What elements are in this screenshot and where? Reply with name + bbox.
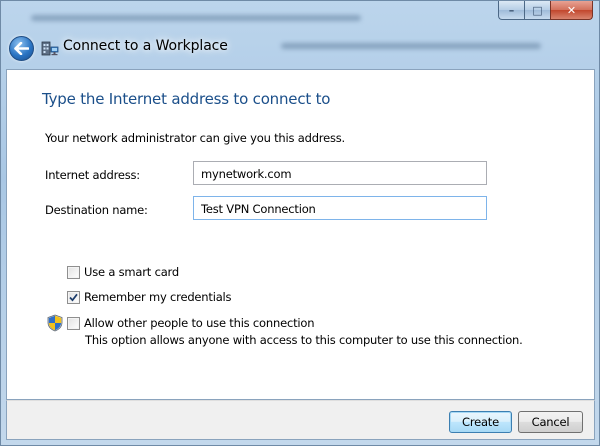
close-button[interactable]: ✕ [550, 1, 593, 20]
maximize-icon: □ [532, 3, 543, 17]
checkmark-icon [69, 293, 78, 302]
smart-card-checkbox[interactable] [67, 265, 80, 279]
window-title: Connect to a Workplace [63, 38, 228, 54]
dialog-window: – □ ✕ Connect to a Workplace Type the In… [0, 0, 600, 446]
maximize-button[interactable]: □ [524, 1, 550, 20]
remember-credentials-checkbox[interactable] [67, 290, 80, 304]
allow-others-option[interactable]: Allow other people to use this connectio… [67, 315, 314, 331]
allow-others-label: Allow other people to use this connectio… [84, 316, 315, 330]
remember-credentials-option[interactable]: Remember my credentials [67, 289, 232, 305]
smart-card-option[interactable]: Use a smart card [67, 264, 179, 280]
smart-card-label: Use a smart card [84, 265, 179, 279]
back-arrow-icon [14, 42, 29, 55]
allow-others-checkbox[interactable] [67, 316, 80, 330]
internet-address-label: Internet address: [45, 168, 140, 182]
minimize-button[interactable]: – [498, 1, 524, 20]
network-workplace-icon [41, 41, 59, 56]
page-heading: Type the Internet address to connect to [42, 90, 331, 108]
cancel-button[interactable]: Cancel [518, 411, 583, 433]
minimize-icon: – [508, 3, 515, 17]
destination-name-input[interactable] [193, 196, 487, 220]
content-pane: Type the Internet address to connect to … [6, 69, 595, 400]
back-button[interactable] [9, 36, 34, 61]
dialog-footer: Create Cancel [6, 400, 595, 440]
intro-text: Your network administrator can give you … [45, 131, 346, 145]
allow-others-hint: This option allows anyone with access to… [85, 333, 523, 347]
glass-background [21, 5, 561, 67]
remember-credentials-label: Remember my credentials [84, 290, 232, 304]
caption-buttons: – □ ✕ [498, 1, 593, 21]
internet-address-input[interactable] [193, 161, 487, 185]
destination-name-label: Destination name: [45, 203, 148, 217]
close-icon: ✕ [566, 3, 577, 17]
uac-shield-icon [47, 314, 63, 332]
create-button[interactable]: Create [449, 411, 512, 433]
